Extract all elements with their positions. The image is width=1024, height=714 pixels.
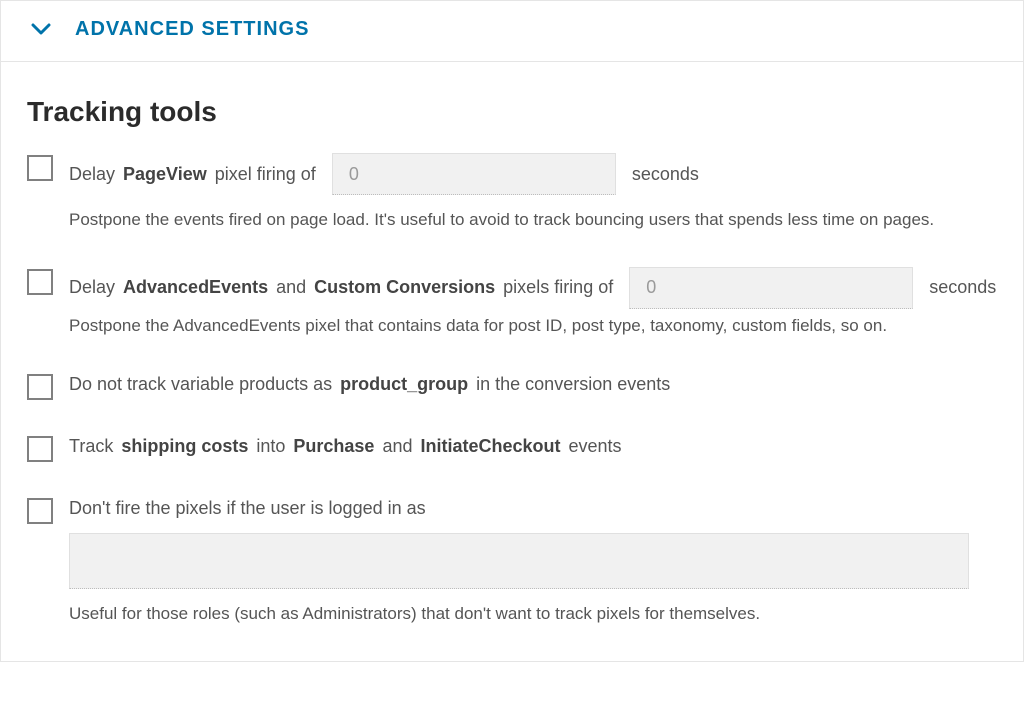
option-label: Track shipping costs into Purchase and I… — [69, 434, 997, 459]
option-label: Delay PageView pixel firing of seconds — [69, 153, 997, 195]
label-text: and — [276, 275, 306, 300]
option-delay-pageview: Delay PageView pixel firing of seconds P… — [27, 153, 997, 233]
label-text: seconds — [632, 162, 699, 187]
option-content: Delay PageView pixel firing of seconds P… — [69, 153, 997, 233]
label-bold: Custom Conversions — [314, 275, 495, 300]
help-text: Useful for those roles (such as Administ… — [69, 601, 997, 627]
label-text: events — [569, 434, 622, 459]
option-track-shipping-costs: Track shipping costs into Purchase and I… — [27, 434, 997, 462]
input-delay-pageview-seconds[interactable] — [332, 153, 616, 195]
option-content: Do not track variable products as produc… — [69, 372, 997, 397]
label-bold: product_group — [340, 372, 468, 397]
input-delay-advanced-seconds[interactable] — [629, 267, 913, 309]
label-bold: PageView — [123, 162, 207, 187]
label-text: and — [382, 434, 412, 459]
label-text: Delay — [69, 275, 115, 300]
label-text: in the conversion events — [476, 372, 670, 397]
label-bold: Purchase — [293, 434, 374, 459]
select-exclude-roles[interactable] — [69, 533, 969, 589]
panel-body: Tracking tools Delay PageView pixel firi… — [1, 62, 1023, 661]
option-label: Don't fire the pixels if the user is log… — [69, 496, 997, 521]
label-text: pixel firing of — [215, 162, 316, 187]
label-text: pixels firing of — [503, 275, 613, 300]
label-text: Don't fire the pixels if the user is log… — [69, 496, 426, 521]
panel-header[interactable]: ADVANCED SETTINGS — [1, 1, 1023, 62]
checkbox-no-variable-products[interactable] — [27, 374, 53, 400]
advanced-settings-panel: ADVANCED SETTINGS Tracking tools Delay P… — [0, 0, 1024, 662]
help-text: Postpone the events fired on page load. … — [69, 207, 997, 233]
option-content: Track shipping costs into Purchase and I… — [69, 434, 997, 459]
option-content: Delay AdvancedEvents and Custom Conversi… — [69, 267, 997, 339]
label-text: Do not track variable products as — [69, 372, 332, 397]
option-exclude-roles: Don't fire the pixels if the user is log… — [27, 496, 997, 627]
label-bold: InitiateCheckout — [420, 434, 560, 459]
label-text: Track — [69, 434, 113, 459]
label-text: Delay — [69, 162, 115, 187]
option-label: Delay AdvancedEvents and Custom Conversi… — [69, 267, 997, 309]
checkbox-exclude-roles[interactable] — [27, 498, 53, 524]
help-text: Postpone the AdvancedEvents pixel that c… — [69, 313, 997, 339]
label-text: into — [256, 434, 285, 459]
chevron-down-icon — [31, 22, 51, 36]
checkbox-delay-pageview[interactable] — [27, 155, 53, 181]
checkbox-delay-advanced-events[interactable] — [27, 269, 53, 295]
checkbox-track-shipping-costs[interactable] — [27, 436, 53, 462]
option-label: Do not track variable products as produc… — [69, 372, 997, 397]
label-bold: shipping costs — [121, 434, 248, 459]
option-delay-advanced-events: Delay AdvancedEvents and Custom Conversi… — [27, 267, 997, 339]
section-heading: Tracking tools — [27, 92, 997, 131]
label-bold: AdvancedEvents — [123, 275, 268, 300]
option-no-variable-products: Do not track variable products as produc… — [27, 372, 997, 400]
panel-title: ADVANCED SETTINGS — [75, 15, 309, 43]
option-content: Don't fire the pixels if the user is log… — [69, 496, 997, 627]
label-text: seconds — [929, 275, 996, 300]
